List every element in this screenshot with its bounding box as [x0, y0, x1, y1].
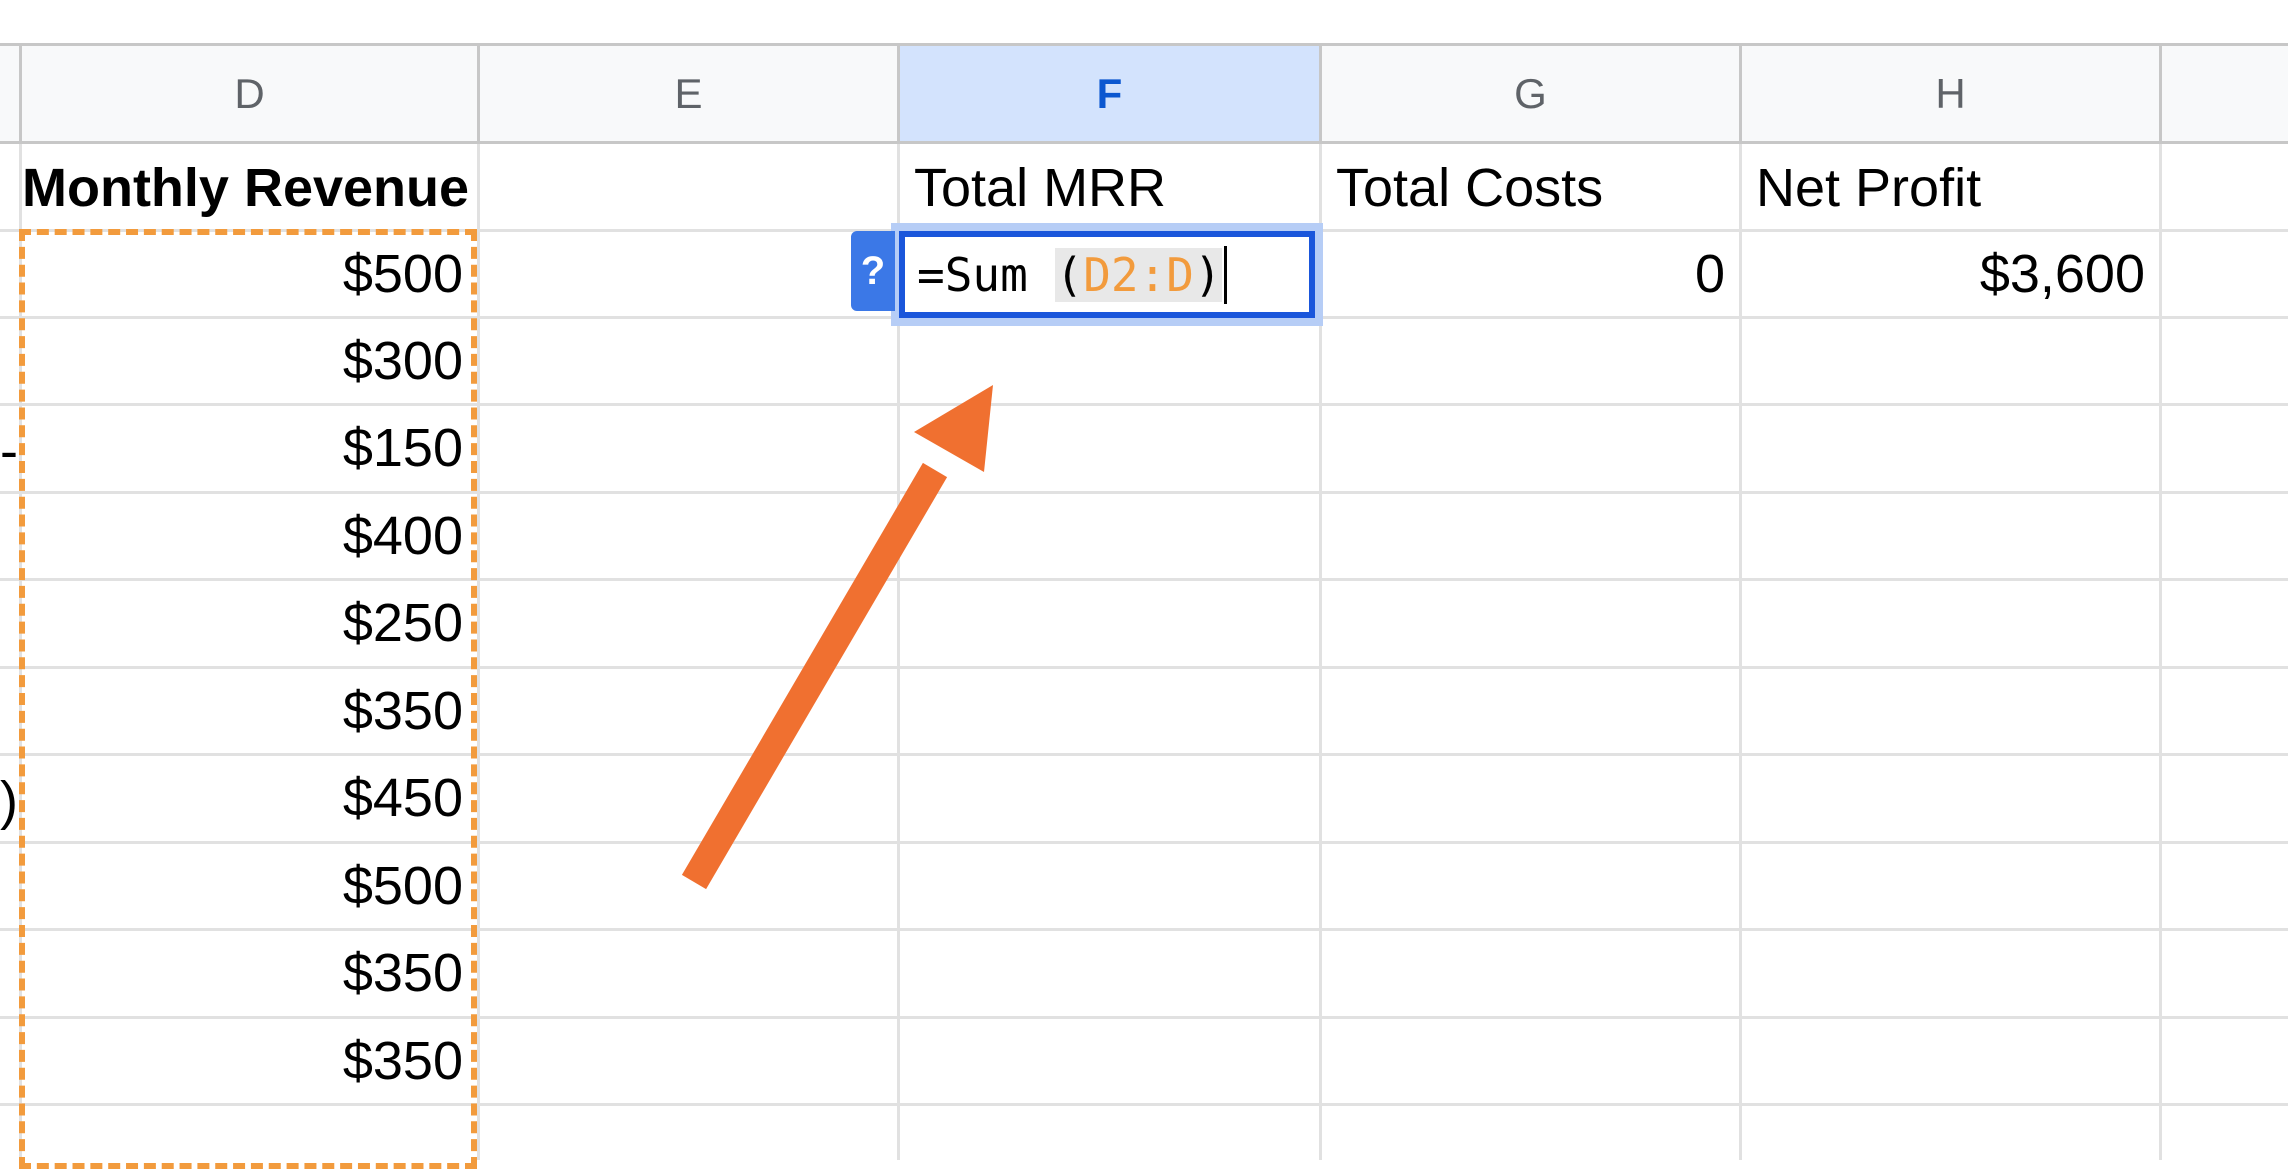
annotation-arrow-icon: [681, 385, 993, 890]
